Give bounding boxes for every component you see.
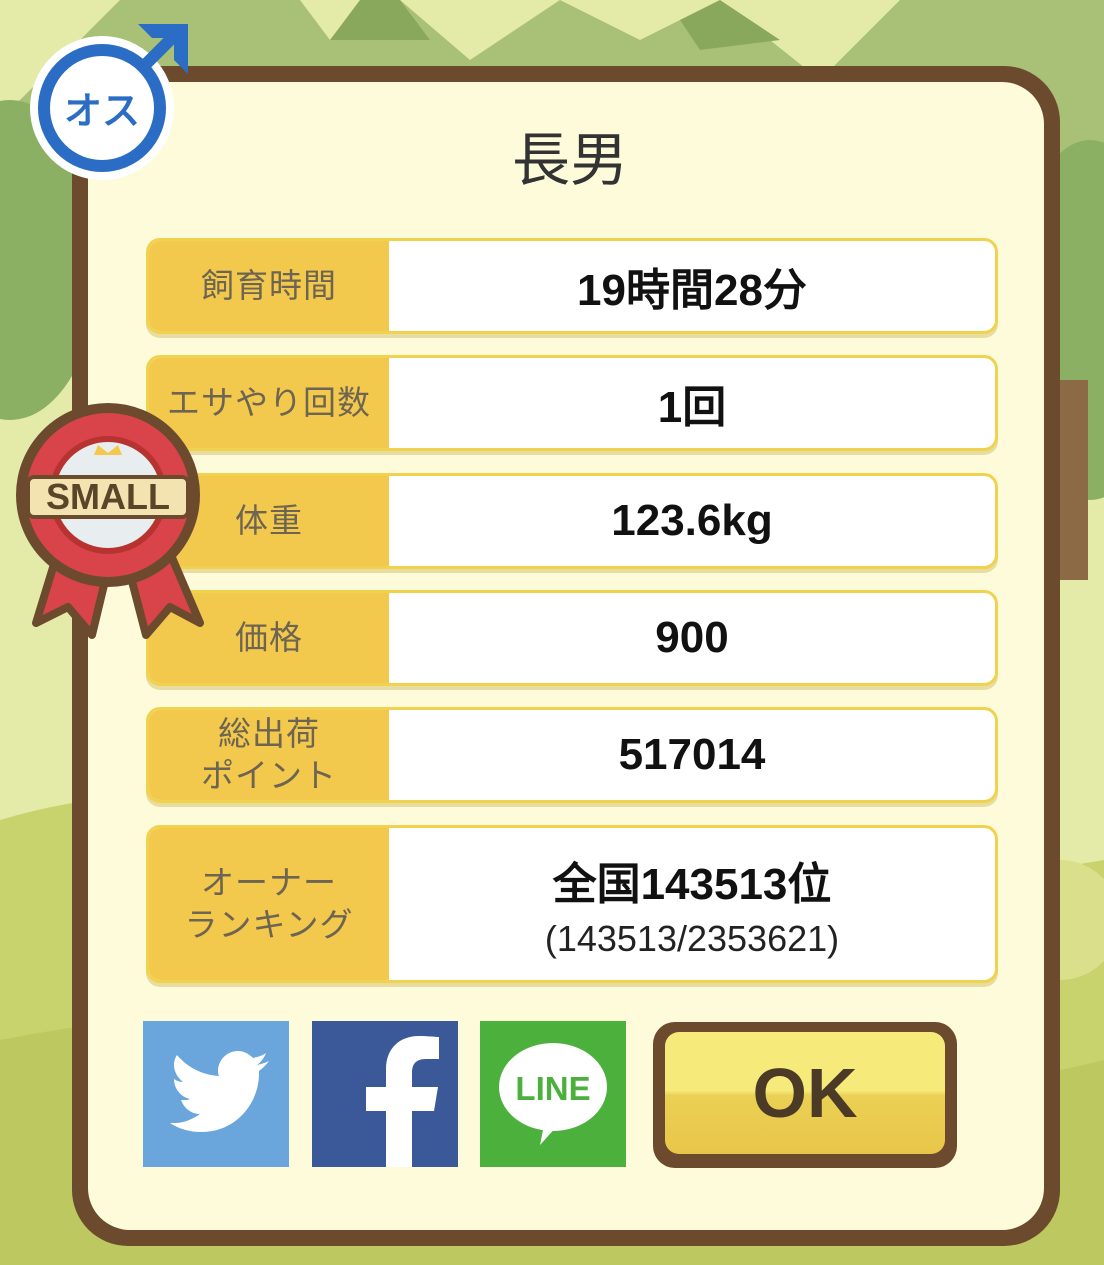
- stat-label-line1: オーナー: [200, 863, 337, 902]
- stat-row-owner-ranking: オーナー ランキング 全国143513位 (143513/2353621): [146, 825, 998, 983]
- stat-value: 全国143513位: [552, 860, 832, 909]
- stat-label: 総出荷 ポイント: [149, 710, 389, 800]
- stat-value: 1回: [657, 383, 727, 432]
- stat-value: 900: [655, 613, 729, 662]
- stat-value: 19時間28分: [577, 266, 807, 315]
- stat-label-line2: ランキング: [184, 905, 354, 944]
- badge-text: オス: [64, 89, 140, 133]
- stat-label: 飼育時間: [149, 241, 389, 331]
- small-ribbon-badge: SMALL: [16, 403, 204, 639]
- ribbon-text: SMALL: [46, 476, 170, 517]
- stat-subvalue: (143513/2353621): [544, 918, 840, 959]
- stat-row-price: 価格 900: [146, 590, 998, 686]
- line-share-button[interactable]: LINE: [480, 1021, 626, 1167]
- line-label: LINE: [515, 1070, 590, 1107]
- ok-button[interactable]: OK: [653, 1022, 957, 1168]
- stat-value: 517014: [618, 730, 766, 779]
- stat-row-feed-count: エサやり回数 1回: [146, 355, 998, 451]
- stat-row-weight: 体重 123.6kg: [146, 473, 998, 569]
- male-icon: オス: [30, 24, 188, 180]
- ok-button-label: OK: [665, 1032, 945, 1154]
- stat-row-raising-time: 飼育時間 19時間28分: [146, 238, 998, 334]
- stat-label-line1: 総出荷: [218, 714, 320, 753]
- twitter-share-button[interactable]: [143, 1021, 289, 1167]
- stat-row-total-points: 総出荷 ポイント 517014: [146, 707, 998, 803]
- page-title: 長男: [511, 126, 628, 194]
- stat-label: オーナー ランキング: [149, 828, 389, 980]
- facebook-share-button[interactable]: [312, 1021, 458, 1167]
- stat-label-line2: ポイント: [201, 756, 337, 795]
- stat-value: 123.6kg: [611, 496, 773, 545]
